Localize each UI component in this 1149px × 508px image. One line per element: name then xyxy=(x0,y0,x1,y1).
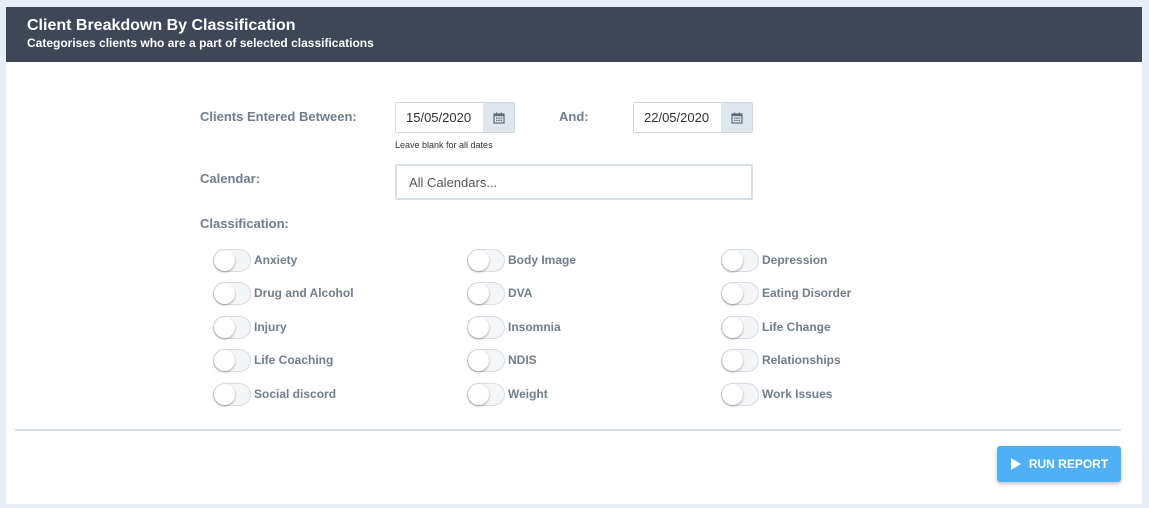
classification-item: Relationships xyxy=(721,348,841,372)
classification-toggle[interactable] xyxy=(213,382,251,406)
classification-toggle[interactable] xyxy=(213,248,251,272)
classification-label-text: Anxiety xyxy=(254,253,298,267)
run-report-button[interactable]: RUN REPORT xyxy=(997,446,1121,482)
classification-toggle[interactable] xyxy=(467,315,505,339)
date-hint: Leave blank for all dates xyxy=(395,140,493,150)
toggle-knob xyxy=(214,349,235,371)
classification-item: Insomnia xyxy=(467,315,561,339)
classification-item: Social discord xyxy=(213,382,336,406)
classification-item: Depression xyxy=(721,248,827,272)
classification-toggle[interactable] xyxy=(213,281,251,305)
toggle-knob xyxy=(468,282,489,304)
classification-label-text: Insomnia xyxy=(508,320,561,334)
start-date-input[interactable] xyxy=(396,103,483,132)
toggle-knob xyxy=(468,316,489,338)
classification-label-text: Injury xyxy=(254,320,287,334)
start-date-group xyxy=(395,102,515,133)
classification-toggle[interactable] xyxy=(721,248,759,272)
entered-between-label: Clients Entered Between: xyxy=(200,109,357,124)
calendar-icon xyxy=(492,112,505,124)
classification-toggle[interactable] xyxy=(721,348,759,372)
and-label: And: xyxy=(559,109,589,124)
classification-label: Classification: xyxy=(200,216,289,231)
end-date-picker-button[interactable] xyxy=(721,103,752,132)
calendar-label: Calendar: xyxy=(200,171,260,186)
classification-item: Weight xyxy=(467,382,548,406)
classification-label-text: Relationships xyxy=(762,353,841,367)
classification-toggle[interactable] xyxy=(213,348,251,372)
end-date-input[interactable] xyxy=(634,103,721,132)
calendar-icon xyxy=(730,112,743,124)
classification-label-text: Eating Disorder xyxy=(762,286,852,300)
toggle-knob xyxy=(468,383,489,405)
classification-item: Life Change xyxy=(721,315,831,339)
classification-item: Eating Disorder xyxy=(721,281,851,305)
end-date-group xyxy=(633,102,753,133)
classification-toggle[interactable] xyxy=(467,248,505,272)
classification-label-text: Life Coaching xyxy=(254,353,334,367)
classification-label-text: Weight xyxy=(508,387,548,401)
toggle-knob xyxy=(468,349,489,371)
page-title: Client Breakdown By Classification xyxy=(27,17,296,34)
start-date-picker-button[interactable] xyxy=(483,103,514,132)
classification-label-text: Social discord xyxy=(254,387,337,401)
calendar-select[interactable]: All Calendars... xyxy=(395,164,753,200)
classification-toggle[interactable] xyxy=(467,281,505,305)
toggle-knob xyxy=(722,282,743,304)
classification-toggle[interactable] xyxy=(213,315,251,339)
toggle-knob xyxy=(722,349,743,371)
toggle-knob xyxy=(468,249,489,271)
classification-item: Injury xyxy=(213,315,287,339)
classification-toggle[interactable] xyxy=(467,348,505,372)
classification-item: Anxiety xyxy=(213,248,297,272)
classification-toggle[interactable] xyxy=(721,315,759,339)
classification-item: Body Image xyxy=(467,248,576,272)
classification-item: Work Issues xyxy=(721,382,832,406)
toggle-knob xyxy=(722,316,743,338)
toggle-knob xyxy=(214,383,235,405)
classification-label-text: Drug and Alcohol xyxy=(254,286,354,300)
classification-label-text: Work Issues xyxy=(762,387,833,401)
toggle-knob xyxy=(214,249,235,271)
classification-toggle[interactable] xyxy=(467,382,505,406)
classification-label-text: DVA xyxy=(508,286,533,300)
classification-toggle[interactable] xyxy=(721,281,759,305)
toggle-knob xyxy=(722,249,743,271)
footer-divider xyxy=(15,429,1121,431)
classification-toggle[interactable] xyxy=(721,382,759,406)
classification-label-text: NDIS xyxy=(508,353,537,367)
classification-item: Drug and Alcohol xyxy=(213,281,354,305)
toggle-knob xyxy=(214,282,235,304)
run-report-label: RUN REPORT xyxy=(1028,457,1109,471)
classification-label-text: Life Change xyxy=(762,320,831,334)
toggle-knob xyxy=(722,383,743,405)
classification-item: NDIS xyxy=(467,348,537,372)
classification-item: Life Coaching xyxy=(213,348,333,372)
calendar-select-value: All Calendars... xyxy=(409,174,498,190)
page-subtitle: Categorises clients who are a part of se… xyxy=(27,36,374,50)
toggle-knob xyxy=(214,316,235,338)
classification-item: DVA xyxy=(467,281,532,305)
classification-label-text: Depression xyxy=(762,253,828,267)
play-icon xyxy=(1010,458,1021,470)
panel-header: Client Breakdown By Classification Categ… xyxy=(6,7,1142,62)
classification-label-text: Body Image xyxy=(508,253,577,267)
